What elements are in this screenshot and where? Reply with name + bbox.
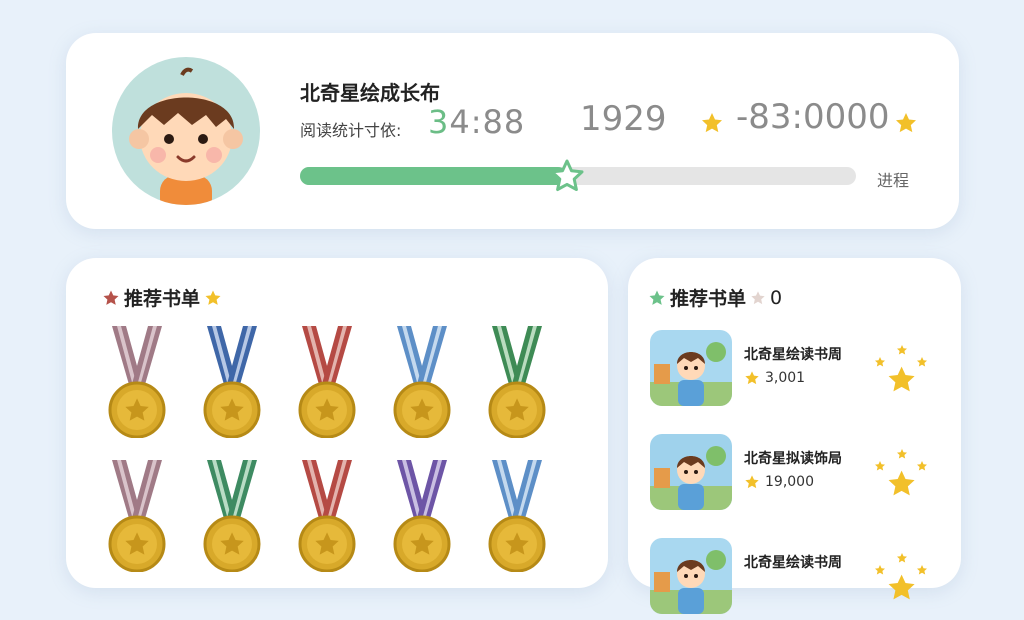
books-card: 推荐书单 0 北奇星绘读书周 3,001 北奇星拟读饰局 19,000 北奇星绘读书周 [628, 258, 961, 614]
stars-decoration-icon [875, 449, 927, 496]
books-section-header: 推荐书单 0 [648, 284, 782, 311]
medal-item[interactable] [387, 460, 457, 573]
books-section-title: 推荐书单 [670, 288, 747, 310]
star-icon [745, 475, 759, 489]
progress-label: 进程 [877, 171, 910, 190]
book-item[interactable]: 北奇星绘读书周 3,001 [650, 330, 950, 412]
medals-section-title: 推荐书单 [124, 288, 201, 310]
progress-bar [300, 159, 856, 191]
book-title: 北奇星绘读书周 [744, 555, 842, 571]
star-icon [896, 113, 916, 133]
medals-section-header: 推荐书单 [102, 284, 222, 311]
stat-value-highlight: 3 [428, 103, 450, 141]
medal-item[interactable] [482, 326, 552, 439]
books-count: 0 [770, 286, 783, 309]
book-count-value: 3,001 [765, 370, 806, 386]
stars-decoration-icon [875, 345, 927, 392]
medal-item[interactable] [102, 326, 172, 439]
profile-name: 北奇星绘成长布 [300, 81, 440, 105]
medal-icon [488, 326, 546, 439]
stat-range: -83:0000 [736, 97, 890, 137]
medal-item[interactable] [197, 460, 267, 573]
medal-item[interactable] [482, 460, 552, 573]
book-cover-image [650, 434, 732, 510]
medal-icon [203, 326, 261, 439]
book-count: 3,001 [744, 370, 805, 386]
stat-number: 1929 [580, 99, 667, 139]
progress-fill [300, 167, 567, 185]
book-item[interactable]: 北奇星拟读饰局 19,000 [650, 434, 950, 516]
star-icon [205, 290, 221, 305]
star-icon [745, 371, 759, 385]
book-cover-image [650, 330, 732, 406]
medal-icon [108, 460, 166, 573]
star-icon [751, 290, 765, 304]
stat-value-rest: 4:88 [449, 103, 526, 141]
medal-item[interactable] [292, 460, 362, 573]
medal-icon [488, 460, 546, 573]
medal-icon [393, 326, 451, 439]
progress-star-handle-icon[interactable] [549, 158, 585, 194]
book-count: 19,000 [744, 474, 814, 490]
book-title: 北奇星绘读书周 [744, 347, 842, 363]
medal-icon [108, 326, 166, 439]
medal-item[interactable] [102, 460, 172, 573]
book-cover-image [650, 538, 732, 614]
stat-value: 34:88 [428, 103, 525, 141]
stat-label: 阅读统计寸依: [300, 121, 402, 140]
medal-icon [393, 460, 451, 573]
stars-decoration-icon [875, 553, 927, 600]
profile-card: 北奇星绘成长布 阅读统计寸依: 34:88 1929 -83:0000 进程 [66, 33, 959, 229]
book-title: 北奇星拟读饰局 [744, 451, 842, 467]
medal-item[interactable] [197, 326, 267, 439]
medal-icon [298, 326, 356, 439]
book-item[interactable]: 北奇星绘读书周 [650, 538, 950, 620]
star-icon [649, 290, 665, 305]
medals-card: 推荐书单 [66, 258, 608, 588]
medal-icon [203, 460, 261, 573]
medal-item[interactable] [292, 326, 362, 439]
star-icon [103, 290, 119, 305]
medal-icon [298, 460, 356, 573]
avatar[interactable] [112, 57, 260, 205]
star-icon [702, 113, 722, 133]
book-count-value: 19,000 [765, 474, 814, 490]
medal-item[interactable] [387, 326, 457, 439]
